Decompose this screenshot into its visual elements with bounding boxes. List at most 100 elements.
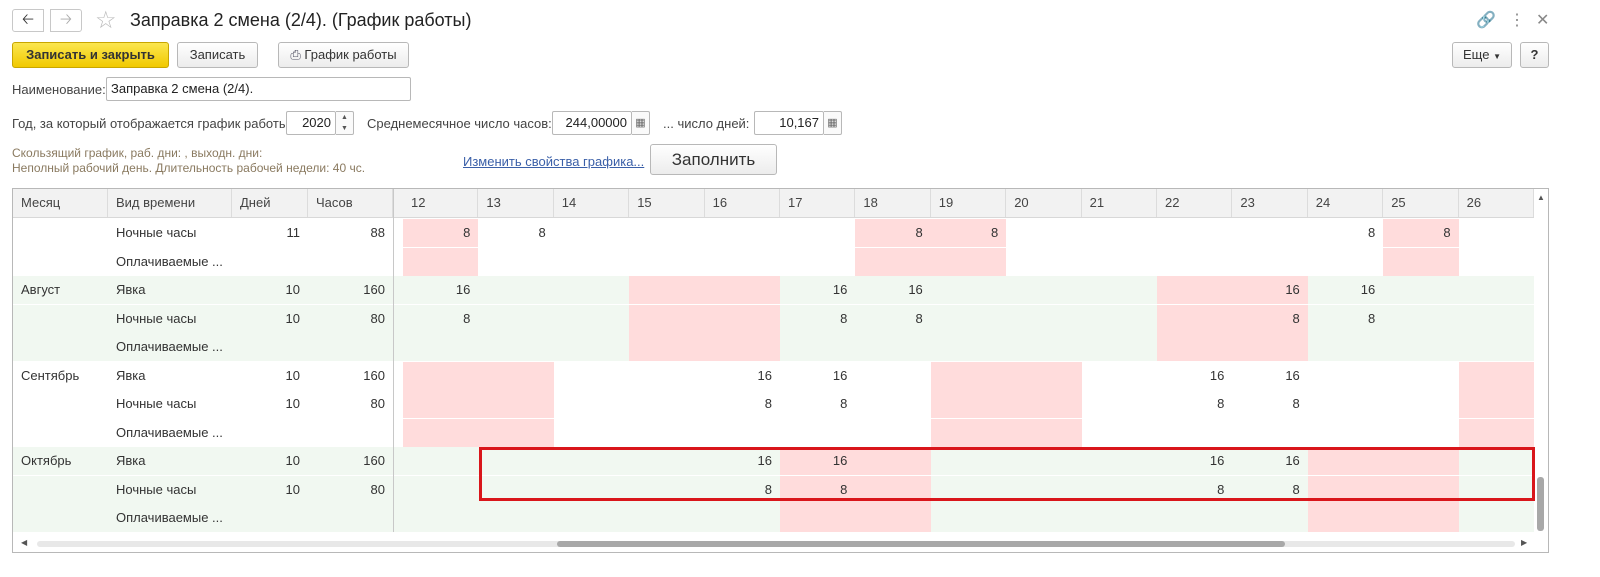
- day-cell[interactable]: [1307, 475, 1384, 504]
- table-row[interactable]: Оплачиваемые ...: [13, 247, 1535, 276]
- column-header[interactable]: Часов: [308, 189, 393, 217]
- day-column-header[interactable]: 15: [629, 189, 705, 217]
- day-cell[interactable]: [1459, 305, 1534, 333]
- cell-hours[interactable]: 160: [308, 447, 393, 475]
- name-input[interactable]: Заправка 2 смена (2/4).: [106, 77, 411, 101]
- cell-days[interactable]: [232, 504, 308, 532]
- day-column-header[interactable]: 17: [780, 189, 856, 217]
- change-schedule-link[interactable]: Изменить свойства графика...: [463, 154, 644, 169]
- day-cell[interactable]: [1308, 362, 1383, 390]
- day-cell[interactable]: [554, 219, 629, 247]
- day-cell[interactable]: [1157, 504, 1232, 532]
- day-cell[interactable]: 8: [403, 219, 479, 247]
- cell-kind[interactable]: Оплачиваемые ...: [108, 333, 232, 361]
- cell-kind[interactable]: Ночные часы: [108, 390, 232, 418]
- day-cell[interactable]: [1459, 476, 1534, 504]
- day-cell[interactable]: [1308, 390, 1383, 418]
- day-column-header[interactable]: 18: [855, 189, 931, 217]
- horizontal-scrollbar[interactable]: ◀ ▶: [13, 534, 1535, 552]
- save-and-close-button[interactable]: Записать и закрыть: [12, 42, 169, 68]
- day-cell[interactable]: [1006, 476, 1081, 504]
- cell-kind[interactable]: Явка: [108, 447, 232, 475]
- day-cell[interactable]: 16: [855, 276, 930, 304]
- day-column-header[interactable]: 25: [1383, 189, 1459, 217]
- cell-month[interactable]: [13, 476, 108, 504]
- day-cell[interactable]: 8: [855, 305, 930, 333]
- table-row[interactable]: Оплачиваемые ...: [13, 418, 1535, 447]
- day-cell[interactable]: [1308, 333, 1383, 361]
- day-cell[interactable]: [705, 419, 780, 447]
- day-cell[interactable]: [1459, 504, 1534, 532]
- day-cell[interactable]: [1459, 219, 1534, 247]
- day-cell[interactable]: 16: [1232, 447, 1307, 475]
- day-cell[interactable]: 8: [780, 305, 855, 333]
- day-cell[interactable]: [931, 447, 1006, 475]
- schedule-table[interactable]: Месяц Вид времени Дней Часов 12 13 14 15 16 17 18 1…: [12, 188, 1549, 553]
- column-header[interactable]: Дней: [232, 189, 308, 217]
- cell-hours[interactable]: [308, 419, 393, 447]
- day-cell[interactable]: 16: [403, 276, 478, 304]
- day-cell[interactable]: [780, 419, 855, 447]
- day-cell[interactable]: [855, 247, 931, 276]
- day-cell[interactable]: [1307, 504, 1384, 532]
- calculator-icon[interactable]: ▦: [824, 111, 842, 135]
- day-column-header[interactable]: 14: [554, 189, 630, 217]
- day-cell[interactable]: [1232, 248, 1307, 276]
- day-cell[interactable]: [855, 475, 931, 504]
- day-cell[interactable]: [478, 390, 554, 418]
- day-cell[interactable]: [1383, 362, 1458, 390]
- day-cell[interactable]: [478, 447, 553, 475]
- day-cell[interactable]: [1082, 390, 1157, 418]
- horizontal-scroll-thumb[interactable]: [557, 541, 1285, 547]
- cell-days[interactable]: 10: [232, 390, 308, 418]
- day-cell[interactable]: [403, 476, 478, 504]
- day-cell[interactable]: [1006, 504, 1081, 532]
- day-cell[interactable]: [554, 305, 629, 333]
- day-cell[interactable]: 16: [1157, 447, 1232, 475]
- cell-month[interactable]: [13, 419, 108, 447]
- day-cell[interactable]: [1459, 248, 1534, 276]
- day-cell[interactable]: [554, 390, 629, 418]
- day-cell[interactable]: [629, 219, 704, 247]
- day-column-header[interactable]: 22: [1157, 189, 1233, 217]
- day-cell[interactable]: [478, 476, 553, 504]
- day-cell[interactable]: 8: [1383, 219, 1459, 247]
- save-button[interactable]: Записать: [177, 42, 258, 68]
- day-cell[interactable]: 8: [780, 390, 855, 418]
- scroll-right-icon[interactable]: ▶: [1521, 538, 1527, 547]
- table-row[interactable]: Оплачиваемые ...: [13, 504, 1535, 532]
- day-cell[interactable]: [1082, 219, 1157, 247]
- day-cell[interactable]: [629, 276, 705, 304]
- day-cell[interactable]: [1232, 504, 1307, 532]
- day-cell[interactable]: 16: [1308, 276, 1383, 304]
- star-icon[interactable]: ☆: [95, 6, 117, 35]
- day-cell[interactable]: 8: [1157, 390, 1232, 418]
- day-cell[interactable]: 8: [855, 219, 931, 247]
- scroll-left-icon[interactable]: ◀: [21, 538, 27, 547]
- day-cell[interactable]: [403, 390, 479, 418]
- cell-kind[interactable]: Явка: [108, 276, 232, 304]
- day-cell[interactable]: [1383, 390, 1458, 418]
- day-column-header[interactable]: 13: [478, 189, 554, 217]
- day-cell[interactable]: [855, 362, 930, 390]
- cell-hours[interactable]: 80: [308, 390, 393, 418]
- back-button[interactable]: 🡠: [12, 9, 44, 32]
- day-cell[interactable]: [780, 333, 855, 361]
- day-cell[interactable]: [629, 447, 704, 475]
- cell-hours[interactable]: 80: [308, 476, 393, 504]
- day-cell[interactable]: [1383, 333, 1458, 361]
- day-cell[interactable]: [1006, 333, 1081, 361]
- cell-hours[interactable]: [308, 248, 393, 276]
- close-icon[interactable]: ✕: [1536, 10, 1549, 30]
- day-column-header[interactable]: 21: [1082, 189, 1157, 217]
- day-cell[interactable]: [478, 276, 553, 304]
- cell-kind[interactable]: Оплачиваемые ...: [108, 248, 232, 276]
- day-cell[interactable]: [705, 219, 780, 247]
- fill-button[interactable]: Заполнить: [650, 144, 777, 175]
- day-cell[interactable]: [930, 390, 1007, 418]
- day-cell[interactable]: [403, 247, 479, 276]
- day-cell[interactable]: 8: [780, 475, 856, 504]
- link-icon[interactable]: 🔗: [1476, 10, 1496, 30]
- forward-button[interactable]: 🡢: [50, 9, 82, 32]
- day-cell[interactable]: [1082, 248, 1157, 276]
